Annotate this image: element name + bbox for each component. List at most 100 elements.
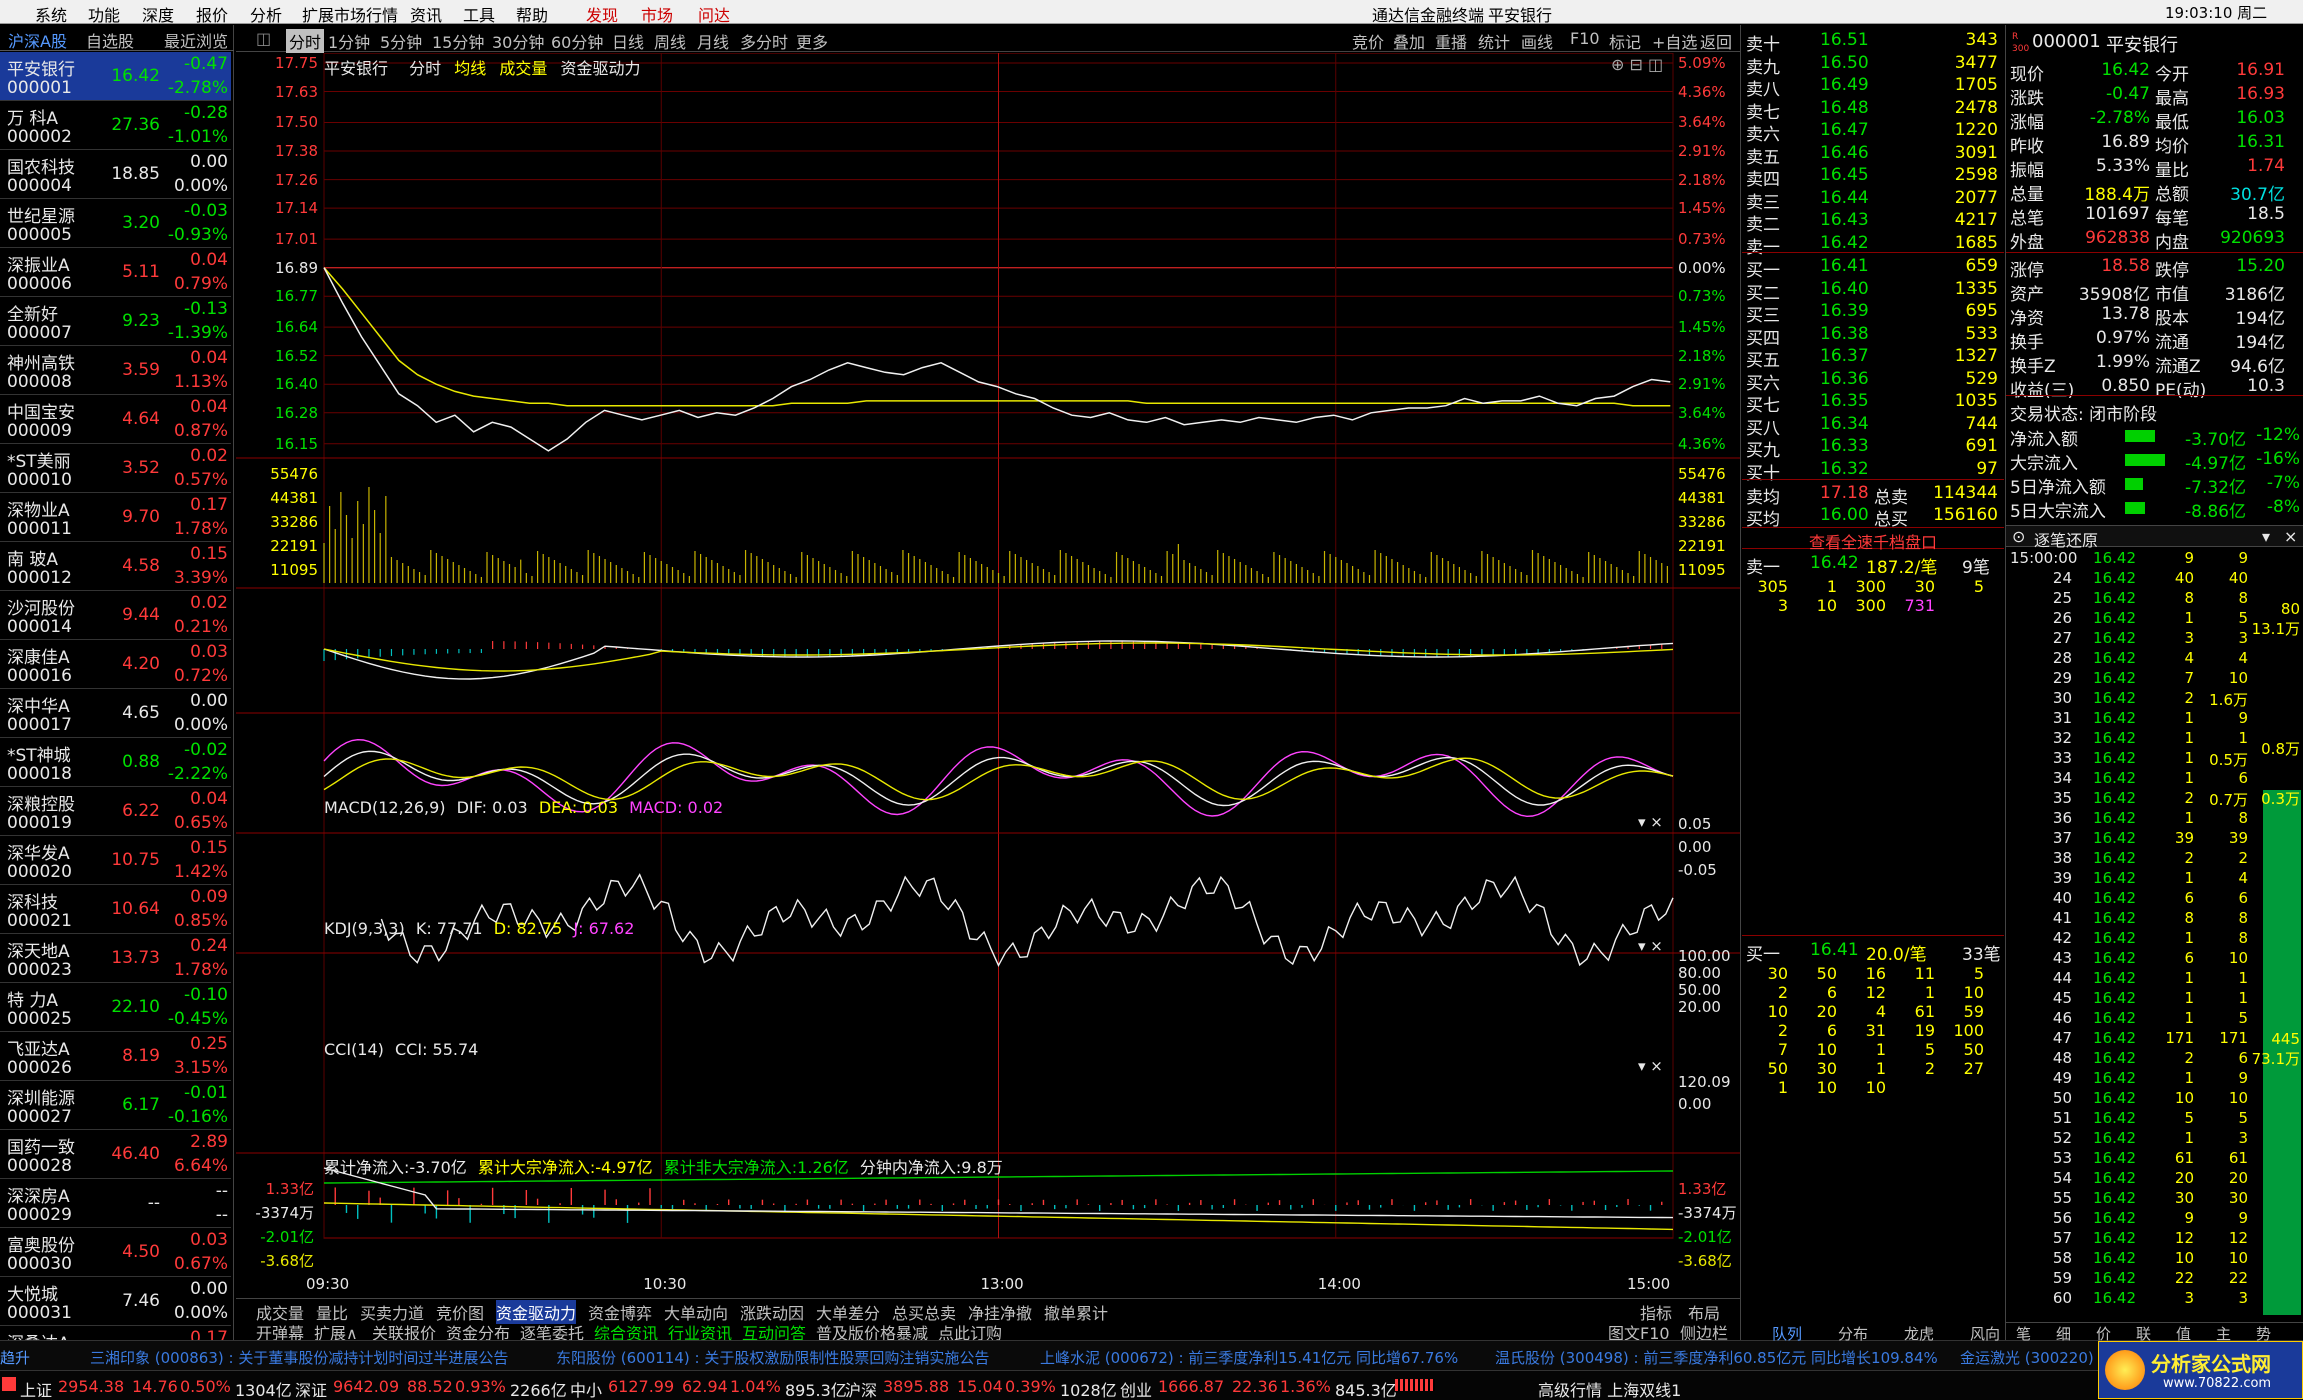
right-tab[interactable]: 风向 [1970, 1323, 2000, 1344]
right-tab-small[interactable]: 主 [2216, 1323, 2231, 1344]
buy-level-row[interactable]: 买一 16.41 659 [1742, 254, 2004, 281]
zoom-icon[interactable]: ⊕ [1611, 55, 1624, 74]
sell-level-row[interactable]: 卖八 16.49 1705 [1742, 73, 2004, 100]
period-tab[interactable]: 月线 [697, 29, 729, 53]
tick-close-icon[interactable]: × [2284, 527, 2297, 546]
menu-item[interactable]: 资讯 [410, 2, 442, 26]
stock-row[interactable]: 深振业A 000006 5.11 0.04 0.79% [0, 248, 231, 297]
index-name[interactable]: 深证 [295, 1377, 327, 1400]
stock-row[interactable]: 深物业A 000011 9.70 0.17 1.78% [0, 493, 231, 542]
stock-row[interactable]: 富奥股份 000030 4.50 0.03 0.67% [0, 1228, 231, 1277]
period-tab[interactable]: 分时 [286, 29, 325, 53]
stock-row[interactable]: 神州高铁 000008 3.59 0.04 1.13% [0, 346, 231, 395]
panel-menu-icon[interactable]: ▾ × [1638, 1057, 1663, 1075]
tick-menu-icon[interactable]: ▾ [2262, 527, 2270, 546]
right-tab-small[interactable]: 价 [2096, 1323, 2111, 1344]
menu-item[interactable]: 问达 [698, 2, 730, 26]
index-name[interactable]: 创业 [1120, 1377, 1152, 1400]
chart-tool-button[interactable]: 画线 [1521, 29, 1553, 53]
buy-level-row[interactable]: 买四 16.38 533 [1742, 322, 2004, 349]
period-tab[interactable]: 周线 [654, 29, 686, 53]
fund-drive-label[interactable]: 资金驱动力 [560, 59, 640, 78]
sell-level-row[interactable]: 卖一 16.42 1685 [1742, 231, 2004, 258]
stock-row[interactable]: 南 玻A 000012 4.58 0.15 3.39% [0, 542, 231, 591]
tick-expand-icon[interactable]: ⊙ [2012, 527, 2025, 546]
buy-level-row[interactable]: 买六 16.36 529 [1742, 367, 2004, 394]
menu-item[interactable]: 扩展市场行情 [302, 2, 398, 26]
period-tab[interactable]: 30分钟 [492, 29, 544, 53]
buy-level-row[interactable]: 买三 16.39 695 [1742, 299, 2004, 326]
news-item[interactable]: 上峰水泥 (000672) : 前三季度净利15.41亿元 同比增67.76% [1040, 1347, 1458, 1368]
sell-level-row[interactable]: 卖四 16.45 2598 [1742, 163, 2004, 190]
chart-tool-button[interactable]: 叠加 [1393, 29, 1425, 53]
list-tab[interactable]: 自选股 [86, 28, 134, 52]
period-tab[interactable]: 日线 [612, 29, 644, 53]
stock-row[interactable]: 万 科A 000002 27.36 -0.28 -1.01% [0, 101, 231, 150]
chart-tool-button[interactable]: 重播 [1435, 29, 1467, 53]
chart-tool-button[interactable]: 返回 [1700, 29, 1732, 53]
indicator-tab[interactable]: 撤单累计 [1044, 1300, 1108, 1324]
volume-label[interactable]: 成交量 [499, 59, 547, 78]
menu-item[interactable]: 系统 [35, 2, 67, 26]
stock-row[interactable]: 国药一致 000028 46.40 2.89 6.64% [0, 1130, 231, 1179]
stock-row[interactable]: 深天地A 000023 13.73 0.24 1.78% [0, 934, 231, 983]
stock-row[interactable]: 特 力A 000025 22.10 -0.10 -0.45% [0, 983, 231, 1032]
stock-row[interactable]: 深康佳A 000016 4.20 0.03 0.72% [0, 640, 231, 689]
right-tab[interactable]: 分布 [1838, 1323, 1868, 1344]
index-name[interactable]: 上证 [20, 1377, 52, 1400]
stock-row[interactable]: 深科技 000021 10.64 0.09 0.85% [0, 885, 231, 934]
period-tab[interactable]: 1分钟 [328, 29, 370, 53]
avg-line-label[interactable]: 均线 [454, 59, 486, 78]
right-tab-small[interactable]: 势 [2256, 1323, 2271, 1344]
chart-tool-button[interactable]: +自选 [1652, 29, 1697, 53]
buy-level-row[interactable]: 买八 16.34 744 [1742, 412, 2004, 439]
chart-tool-button[interactable]: 统计 [1478, 29, 1510, 53]
menu-item[interactable]: 帮助 [516, 2, 548, 26]
collapse-icon[interactable]: ◫ [256, 29, 271, 48]
panel-menu-icon[interactable]: ▾ × [1638, 813, 1663, 831]
stock-row[interactable]: 深中华A 000017 4.65 0.00 0.00% [0, 689, 231, 738]
buy-level-row[interactable]: 买九 16.33 691 [1742, 434, 2004, 461]
stock-row[interactable]: *ST神城 000018 0.88 -0.02 -2.22% [0, 738, 231, 787]
chart-tool-button[interactable]: 标记 [1609, 29, 1641, 53]
sell-level-row[interactable]: 卖七 16.48 2478 [1742, 96, 2004, 123]
index-name[interactable]: 中小 [570, 1377, 602, 1400]
stock-row[interactable]: 深华发A 000020 10.75 0.15 1.42% [0, 836, 231, 885]
right-tab-small[interactable]: 细 [2056, 1323, 2071, 1344]
menu-item[interactable]: 功能 [88, 2, 120, 26]
news-item[interactable]: 金运激光 (300220) [1960, 1347, 2094, 1368]
sell-level-row[interactable]: 卖十 16.51 343 [1742, 28, 2004, 55]
stock-row[interactable]: 深粮控股 000019 6.22 0.04 0.65% [0, 787, 231, 836]
menu-item[interactable]: 市场 [641, 2, 673, 26]
sell-level-row[interactable]: 卖二 16.43 4217 [1742, 208, 2004, 235]
stock-row[interactable]: 大悦城 000031 7.46 0.00 0.00% [0, 1277, 231, 1326]
menu-item[interactable]: 工具 [463, 2, 495, 26]
stock-row[interactable]: 深深房A 000029 -- -- -- [0, 1179, 231, 1228]
menu-item[interactable]: 发现 [586, 2, 618, 26]
macd-label[interactable]: MACD(12,26,9) [324, 798, 446, 817]
panel-menu-icon[interactable]: ▾ × [1638, 937, 1663, 955]
window-icon[interactable]: ◫ [1648, 55, 1663, 74]
stock-row[interactable]: 沙河股份 000014 9.44 0.02 0.21% [0, 591, 231, 640]
stock-row[interactable]: *ST美丽 000010 3.52 0.02 0.57% [0, 444, 231, 493]
right-tab[interactable]: 龙虎 [1904, 1323, 1934, 1344]
index-name[interactable]: 沪深 [845, 1377, 877, 1400]
kdj-label[interactable]: KDJ(9,3,3) [324, 919, 405, 938]
right-tab-small[interactable]: 笔 [2016, 1323, 2031, 1344]
period-tab[interactable]: 5分钟 [380, 29, 422, 53]
right-tab[interactable]: 队列 [1772, 1323, 1802, 1344]
stock-row[interactable]: 世纪星源 000005 3.20 -0.03 -0.93% [0, 199, 231, 248]
view-full-book-button[interactable]: 查看全速千档盘口 [1742, 527, 2004, 552]
menu-item[interactable]: 深度 [142, 2, 174, 26]
news-item[interactable]: 东阳股份 (600114) : 关于股权激励限制性股票回购注销实施公告 [556, 1347, 989, 1368]
right-tab-small[interactable]: 值 [2176, 1323, 2191, 1344]
buy-level-row[interactable]: 买五 16.37 1327 [1742, 344, 2004, 371]
news-item[interactable]: 三湘印象 (000863) : 关于董事股份减持计划时间过半进展公告 [90, 1347, 508, 1368]
sell-level-row[interactable]: 卖三 16.44 2077 [1742, 186, 2004, 213]
stock-row[interactable]: 全新好 000007 9.23 -0.13 -1.39% [0, 297, 231, 346]
cci-label[interactable]: CCI(14) [324, 1040, 384, 1059]
sell-level-row[interactable]: 卖九 16.50 3477 [1742, 51, 2004, 78]
stock-row[interactable]: 深圳能源 000027 6.17 -0.01 -0.16% [0, 1081, 231, 1130]
menu-item[interactable]: 报价 [196, 2, 228, 26]
list-tab[interactable]: 沪深A股 [8, 28, 67, 52]
